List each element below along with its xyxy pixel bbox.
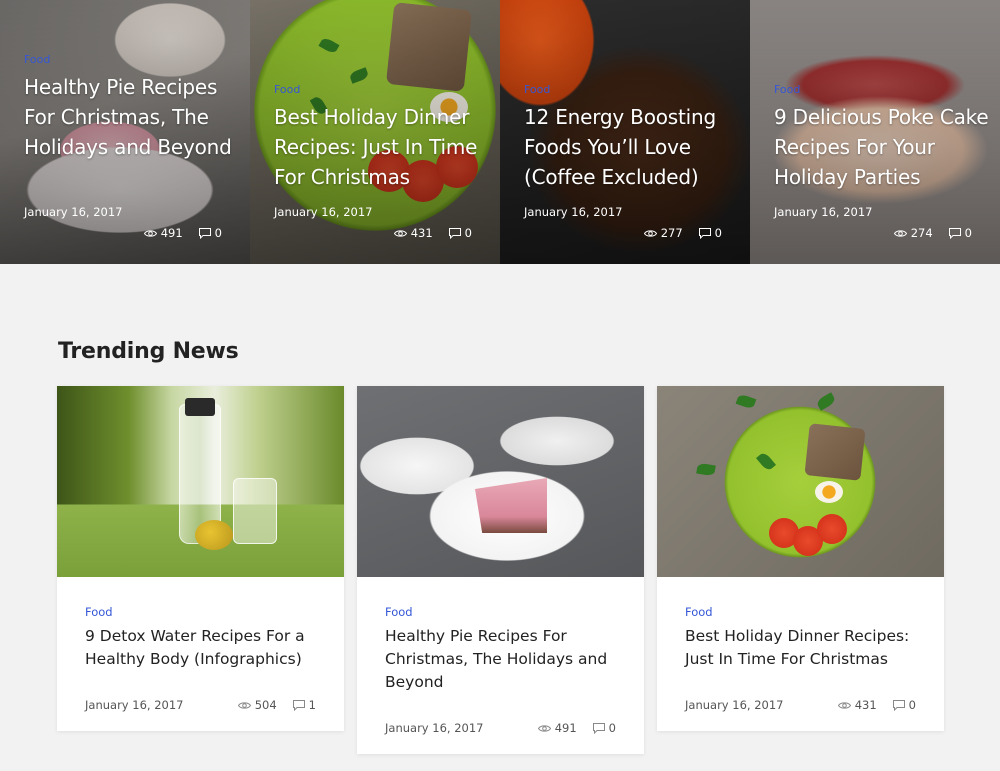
category-link[interactable]: Food bbox=[385, 605, 616, 619]
hero-card[interactable]: Food 9 Delicious Poke Cake Recipes For Y… bbox=[750, 0, 1000, 264]
post-stats: 277 0 bbox=[643, 226, 722, 240]
comments-count[interactable]: 0 bbox=[698, 226, 722, 240]
eye-icon bbox=[893, 229, 907, 237]
eye-icon bbox=[237, 701, 251, 709]
post-meta: January 16, 2017 431 0 bbox=[685, 698, 916, 712]
comments-count[interactable]: 0 bbox=[592, 721, 616, 735]
comment-icon bbox=[292, 699, 305, 711]
post-stats: 491 0 bbox=[537, 721, 616, 735]
news-card[interactable]: Food Best Holiday Dinner Recipes: Just I… bbox=[657, 386, 944, 731]
eye-icon bbox=[643, 229, 657, 237]
comments-count[interactable]: 0 bbox=[448, 226, 472, 240]
news-title[interactable]: Best Holiday Dinner Recipes: Just In Tim… bbox=[685, 625, 916, 671]
news-title[interactable]: 9 Detox Water Recipes For a Healthy Body… bbox=[85, 625, 316, 671]
hero-title[interactable]: Healthy Pie Recipes For Christmas, The H… bbox=[24, 72, 240, 162]
post-stats: 431 0 bbox=[393, 226, 472, 240]
hero-title[interactable]: 12 Energy Boosting Foods You’ll Love (Co… bbox=[524, 102, 740, 192]
hero-card[interactable]: Food 12 Energy Boosting Foods You’ll Lov… bbox=[500, 0, 750, 264]
post-stats: 491 0 bbox=[143, 226, 222, 240]
eye-icon bbox=[837, 701, 851, 709]
news-image[interactable] bbox=[657, 386, 944, 577]
comment-icon bbox=[448, 227, 461, 239]
category-link[interactable]: Food bbox=[774, 83, 800, 96]
news-card[interactable]: Food 9 Detox Water Recipes For a Healthy… bbox=[57, 386, 344, 731]
news-image[interactable] bbox=[357, 386, 644, 577]
category-link[interactable]: Food bbox=[85, 605, 316, 619]
post-date: January 16, 2017 bbox=[274, 205, 373, 219]
post-date: January 16, 2017 bbox=[685, 698, 784, 712]
views-count: 431 bbox=[393, 226, 433, 240]
views-count: 431 bbox=[837, 698, 877, 712]
comment-icon bbox=[198, 227, 211, 239]
news-title[interactable]: Healthy Pie Recipes For Christmas, The H… bbox=[385, 625, 616, 694]
post-date: January 16, 2017 bbox=[385, 721, 484, 735]
post-stats: 504 1 bbox=[237, 698, 316, 712]
views-count: 277 bbox=[643, 226, 683, 240]
comment-icon bbox=[892, 699, 905, 711]
post-date: January 16, 2017 bbox=[774, 205, 873, 219]
post-meta: January 16, 2017 504 1 bbox=[85, 698, 316, 712]
category-link[interactable]: Food bbox=[24, 53, 50, 66]
hero-card[interactable]: Food Best Holiday Dinner Recipes: Just I… bbox=[250, 0, 500, 264]
category-link[interactable]: Food bbox=[524, 83, 550, 96]
news-image[interactable] bbox=[57, 386, 344, 577]
comments-count[interactable]: 0 bbox=[892, 698, 916, 712]
comment-icon bbox=[948, 227, 961, 239]
views-count: 504 bbox=[237, 698, 277, 712]
comments-count[interactable]: 0 bbox=[198, 226, 222, 240]
post-stats: 274 0 bbox=[893, 226, 972, 240]
hero-title[interactable]: 9 Delicious Poke Cake Recipes For Your H… bbox=[774, 102, 990, 192]
views-count: 274 bbox=[893, 226, 933, 240]
category-link[interactable]: Food bbox=[274, 83, 300, 96]
eye-icon bbox=[143, 229, 157, 237]
post-meta: January 16, 2017 491 0 bbox=[385, 721, 616, 735]
category-link[interactable]: Food bbox=[685, 605, 916, 619]
eye-icon bbox=[393, 229, 407, 237]
hero-strip: Food Healthy Pie Recipes For Christmas, … bbox=[0, 0, 1000, 264]
comments-count[interactable]: 1 bbox=[292, 698, 316, 712]
hero-title[interactable]: Best Holiday Dinner Recipes: Just In Tim… bbox=[274, 102, 490, 192]
views-count: 491 bbox=[537, 721, 577, 735]
comment-icon bbox=[592, 722, 605, 734]
eye-icon bbox=[537, 724, 551, 732]
hero-card[interactable]: Food Healthy Pie Recipes For Christmas, … bbox=[0, 0, 250, 264]
news-card[interactable]: Food Healthy Pie Recipes For Christmas, … bbox=[357, 386, 644, 754]
section-title: Trending News bbox=[58, 339, 239, 364]
views-count: 491 bbox=[143, 226, 183, 240]
post-date: January 16, 2017 bbox=[85, 698, 184, 712]
comment-icon bbox=[698, 227, 711, 239]
post-date: January 16, 2017 bbox=[24, 205, 123, 219]
post-date: January 16, 2017 bbox=[524, 205, 623, 219]
post-stats: 431 0 bbox=[837, 698, 916, 712]
comments-count[interactable]: 0 bbox=[948, 226, 972, 240]
